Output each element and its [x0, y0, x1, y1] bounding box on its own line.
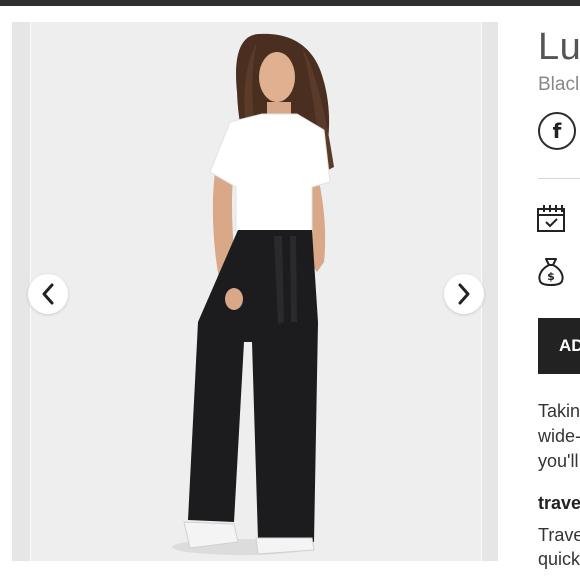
add-to-bag-button[interactable]: AD: [538, 318, 580, 374]
feature-line: quick: [538, 549, 580, 569]
description-line: Takin: [538, 401, 580, 421]
product-description: Takin wide- you'll: [538, 399, 580, 474]
description-line: wide-: [538, 426, 580, 446]
chevron-right-icon: [458, 283, 470, 305]
svg-text:$: $: [547, 270, 555, 283]
product-gallery: [12, 22, 498, 561]
divider: [538, 178, 580, 179]
top-bar: [0, 0, 580, 6]
feature-heading: trave: [538, 493, 580, 513]
calendar-check-icon: [537, 205, 565, 232]
product-title: Lu: [538, 26, 580, 68]
product-photo: [172, 33, 334, 555]
facebook-icon: f: [552, 119, 562, 143]
feature-text: Trave quick: [538, 523, 580, 571]
gallery-next-button[interactable]: [444, 274, 484, 314]
description-line: you'll: [538, 451, 579, 471]
gallery-prev-button[interactable]: [28, 274, 68, 314]
product-color: Blacl: [538, 74, 580, 95]
facebook-share-button[interactable]: f: [538, 112, 576, 150]
feature-line: Trave: [538, 525, 580, 545]
money-bag-icon: $: [538, 258, 564, 286]
chevron-left-icon: [42, 283, 54, 305]
